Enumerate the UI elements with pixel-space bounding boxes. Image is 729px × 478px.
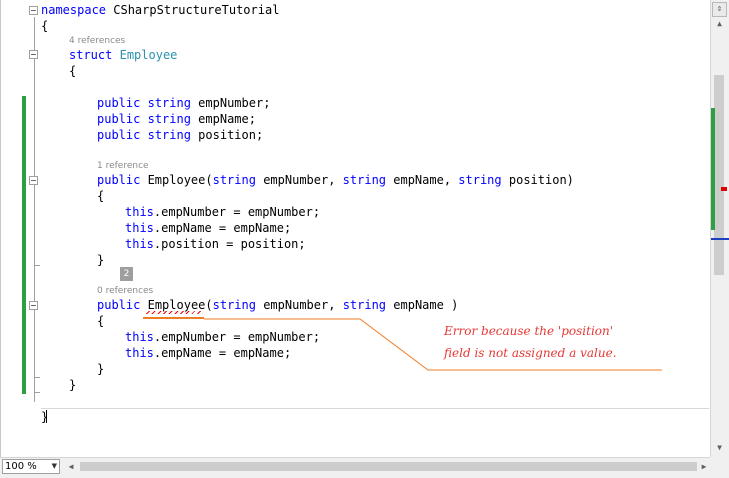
- statement: .empNumber = empNumber;: [153, 330, 321, 344]
- scrollbar-thumb[interactable]: [714, 75, 724, 275]
- statement: .empName = empName;: [153, 346, 292, 360]
- keyword: string: [342, 298, 387, 312]
- code-line-statement[interactable]: this.empNumber = empNumber;: [125, 204, 320, 220]
- error-marker[interactable]: [721, 187, 727, 191]
- keyword: struct: [69, 48, 113, 62]
- divider: [41, 408, 709, 409]
- keyword: public: [97, 173, 141, 187]
- ctor-name: Employee(: [140, 173, 213, 187]
- field-name: empNumber;: [190, 96, 271, 110]
- keyword: string: [147, 96, 191, 110]
- param: position): [501, 173, 574, 187]
- code-line[interactable]: }: [97, 361, 104, 377]
- keyword: string: [458, 173, 502, 187]
- paren: (: [205, 298, 213, 312]
- type-name: Employee: [119, 48, 178, 62]
- zoom-dropdown[interactable]: 100 % ▼: [2, 459, 60, 474]
- keyword: this: [125, 346, 154, 360]
- keyword: public: [97, 128, 141, 142]
- dropdown-arrow-icon: ▼: [51, 462, 57, 470]
- code-line-statement[interactable]: this.empNumber = empNumber;: [125, 329, 320, 345]
- code-line-statement[interactable]: this.empName = empName;: [125, 220, 291, 236]
- statement: .position = position;: [153, 237, 306, 251]
- annotation-line: field is not assigned a value.: [444, 346, 617, 360]
- text-caret: [46, 410, 47, 423]
- fold-end-marker: [34, 392, 40, 393]
- code-line-statement[interactable]: this.empName = empName;: [125, 345, 291, 361]
- code-editor[interactable]: namespace CSharpStructureTutorial { 4 re…: [0, 0, 711, 457]
- keyword: public: [97, 96, 141, 110]
- fold-collapse-icon[interactable]: [29, 50, 38, 59]
- statement: .empNumber = empNumber;: [153, 205, 321, 219]
- code-line[interactable]: }: [69, 377, 76, 393]
- code-line-namespace[interactable]: namespace CSharpStructureTutorial: [41, 2, 279, 18]
- keyword: public: [97, 298, 141, 312]
- keyword: string: [147, 112, 191, 126]
- line-number-badge: 2: [120, 267, 133, 281]
- code-line-ctor[interactable]: public Employee(string empNumber, string…: [97, 172, 574, 188]
- scroll-right-arrow-icon[interactable]: ▶: [697, 459, 711, 474]
- code-line-field[interactable]: public string empNumber;: [97, 95, 270, 111]
- keyword: this: [125, 237, 154, 251]
- scrollbar-corner: [710, 457, 729, 478]
- code-line-field[interactable]: public string position;: [97, 127, 263, 143]
- scroll-up-arrow-icon[interactable]: ▲: [711, 17, 728, 31]
- error-squiggle[interactable]: [146, 311, 203, 314]
- field-name: position;: [190, 128, 264, 142]
- horizontal-scrollbar-thumb[interactable]: [80, 462, 697, 471]
- keyword: string: [147, 128, 191, 142]
- change-bar: [22, 96, 26, 394]
- scroll-left-arrow-icon[interactable]: ◀: [64, 459, 78, 474]
- keyword: this: [125, 221, 154, 235]
- codelens-references[interactable]: 1 reference: [97, 160, 149, 172]
- keyword: string: [212, 298, 256, 312]
- keyword: namespace: [41, 3, 107, 17]
- code-line-struct[interactable]: struct Employee: [69, 47, 177, 63]
- code-line-field[interactable]: public string empName;: [97, 111, 256, 127]
- caret-position-marker: [711, 238, 729, 240]
- keyword: this: [125, 330, 154, 344]
- param: empName,: [386, 173, 459, 187]
- zoom-value: 100 %: [5, 461, 37, 472]
- param: empNumber,: [255, 298, 343, 312]
- split-window-icon[interactable]: ⇕: [712, 2, 727, 17]
- param: empName ): [386, 298, 459, 312]
- code-line-statement[interactable]: this.position = position;: [125, 236, 306, 252]
- keyword: string: [212, 173, 256, 187]
- change-marker: [711, 108, 715, 230]
- codelens-references[interactable]: 4 references: [69, 35, 125, 47]
- outline-guide: [34, 17, 35, 402]
- fold-end-marker: [34, 265, 40, 266]
- keyword: public: [97, 112, 141, 126]
- code-line[interactable]: {: [97, 188, 104, 204]
- annotation-line: Error because the 'position': [444, 324, 614, 338]
- codelens-references[interactable]: 0 references: [97, 285, 153, 297]
- scroll-down-arrow-icon[interactable]: ▼: [711, 441, 728, 455]
- fold-end-marker: [34, 377, 40, 378]
- code-line[interactable]: {: [97, 313, 104, 329]
- fold-collapse-icon[interactable]: [29, 176, 38, 185]
- keyword: string: [342, 173, 387, 187]
- fold-collapse-icon[interactable]: [29, 6, 38, 15]
- code-line[interactable]: }: [41, 409, 48, 425]
- ctor-name-error[interactable]: Employee: [148, 298, 206, 312]
- namespace-name: CSharpStructureTutorial: [106, 3, 280, 17]
- statement: .empName = empName;: [153, 221, 292, 235]
- field-name: empName;: [190, 112, 256, 126]
- error-annotation: Error because the 'position' field is no…: [444, 320, 664, 364]
- fold-collapse-icon[interactable]: [29, 301, 38, 310]
- code-line[interactable]: {: [41, 18, 48, 34]
- code-line[interactable]: {: [69, 63, 76, 79]
- param: empNumber,: [255, 173, 343, 187]
- code-line[interactable]: }: [97, 252, 104, 268]
- keyword: this: [125, 205, 154, 219]
